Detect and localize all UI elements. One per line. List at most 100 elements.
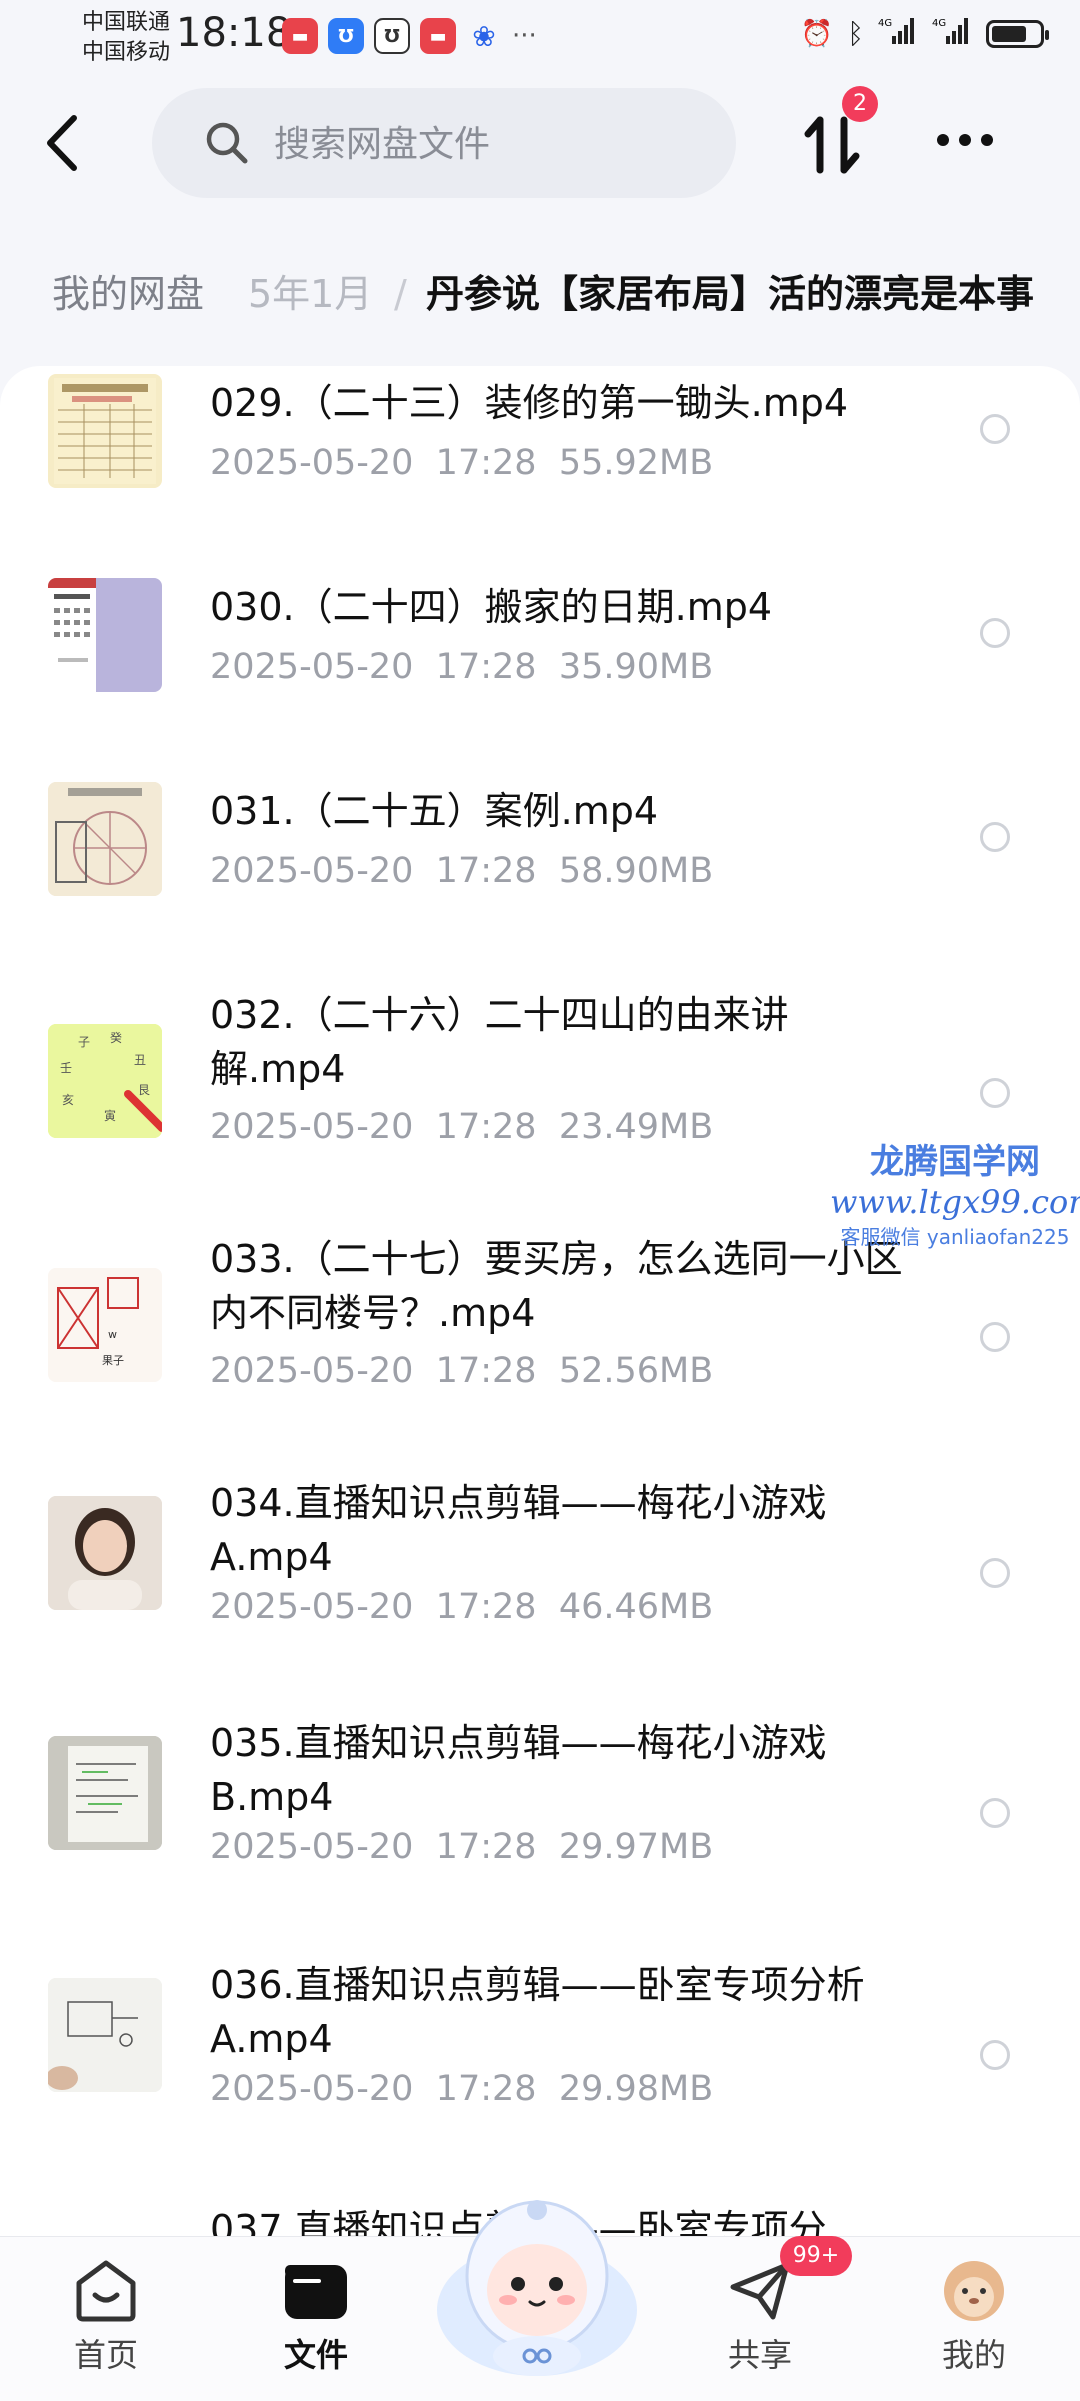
svg-text:4G: 4G	[932, 18, 946, 29]
select-radio[interactable]	[980, 2040, 1010, 2070]
file-size: 29.98MB	[558, 2069, 714, 2109]
nav-files-label: 文件	[283, 2336, 348, 2374]
system-icons: ⏰ ᛒ 4G 4G	[800, 16, 1049, 51]
file-row[interactable]: 034.直播知识点剪辑——梅花小游戏A.mp4 2025-05-20 17:28…	[0, 1466, 1080, 1686]
file-meta: 2025-05-20 17:28 58.90MB	[210, 846, 713, 896]
carrier-2: 中国移动	[82, 40, 171, 65]
back-button[interactable]	[40, 108, 90, 178]
file-thumbnail: w 果子	[48, 1268, 162, 1382]
select-radio[interactable]	[980, 1322, 1010, 1352]
watermark-contact: 客服微信 yanliaofan225	[840, 1225, 1070, 1249]
file-row[interactable]: 031.（二十五）案例.mp4 2025-05-20 17:28 58.90MB	[0, 774, 1080, 944]
more-notifications: ···	[512, 21, 537, 51]
svg-text:丑: 丑	[134, 1053, 146, 1067]
watermark: 龙腾国学网 www.ltgx99.com 客服微信 yanliaofan225	[830, 1134, 1080, 1250]
file-list[interactable]: 029.（二十三）装修的第一锄头.mp4 2025-05-20 17:28 55…	[0, 366, 1080, 2236]
file-row[interactable]: 029.（二十三）装修的第一锄头.mp4 2025-05-20 17:28 55…	[0, 366, 1080, 536]
file-meta: 2025-05-20 17:28 29.97MB	[210, 1822, 713, 1872]
file-time: 17:28	[435, 647, 537, 687]
file-name: 032.（二十六）二十四山的由来讲解.mp4	[210, 993, 789, 1091]
signal-icon-1: 4G	[878, 16, 918, 51]
file-name: 035.直播知识点剪辑——梅花小游戏B.mp4	[210, 1721, 827, 1819]
file-time: 17:28	[435, 443, 537, 483]
file-time: 17:28	[435, 1351, 537, 1391]
table-thumb-icon	[54, 378, 156, 484]
select-radio[interactable]	[980, 1558, 1010, 1588]
svg-text:癸: 癸	[110, 1031, 122, 1045]
file-time: 17:28	[435, 851, 537, 891]
select-radio[interactable]	[980, 414, 1010, 444]
more-button[interactable]	[930, 120, 1000, 160]
file-row[interactable]: w 果子 033.（二十七）要买房，怎么选同一小区内不同楼号？.mp4 2025-…	[0, 1222, 1080, 1442]
u-app-icon: Ʊ	[374, 18, 410, 54]
file-meta: 2025-05-20 17:28 55.92MB	[210, 438, 713, 488]
file-thumbnail	[48, 374, 162, 488]
svg-text:果子: 果子	[102, 1354, 124, 1367]
svg-text:子: 子	[78, 1035, 90, 1049]
svg-text:艮: 艮	[138, 1083, 150, 1097]
file-thumbnail	[48, 1978, 162, 2092]
file-size: 29.97MB	[558, 1827, 714, 1867]
paper-thumb-icon	[48, 1978, 162, 2092]
huawei-app-icon-2: ▬	[420, 18, 456, 54]
watermark-title: 龙腾国学网	[870, 1142, 1040, 1182]
search-icon	[206, 122, 248, 164]
breadcrumb: 我的网盘 5年1月 / 丹参说【家居布局】活的漂亮是本事	[0, 250, 1080, 340]
file-row[interactable]: 030.（二十四）搬家的日期.mp4 2025-05-20 17:28 35.9…	[0, 570, 1080, 740]
assistant-mascot-button[interactable]	[432, 2180, 642, 2380]
watermark-url: www.ltgx99.com	[830, 1183, 1080, 1221]
svg-text:4G: 4G	[878, 18, 892, 29]
folder-icon	[281, 2257, 351, 2323]
nav-files[interactable]: 文件	[236, 2257, 396, 2377]
select-radio[interactable]	[980, 822, 1010, 852]
file-row[interactable]: 036.直播知识点剪辑——卧室专项分析A.mp4 2025-05-20 17:2…	[0, 1948, 1080, 2168]
share-badge: 99+	[780, 2236, 852, 2276]
svg-text:寅: 寅	[104, 1108, 116, 1123]
svg-text:w: w	[108, 1328, 117, 1341]
file-date: 2025-05-20	[210, 851, 414, 891]
file-name: 034.直播知识点剪辑——梅花小游戏A.mp4	[210, 1481, 827, 1579]
search-bar[interactable]	[152, 88, 736, 198]
nav-home[interactable]: 首页	[26, 2257, 186, 2377]
paw-app-icon: ❀	[472, 19, 496, 53]
transfer-badge: 2	[842, 86, 878, 122]
file-row[interactable]: 035.直播知识点剪辑——梅花小游戏B.mp4 2025-05-20 17:28…	[0, 1706, 1080, 1926]
breadcrumb-separator: /	[394, 272, 407, 316]
carrier-1: 中国联通	[82, 10, 171, 35]
nav-mine[interactable]: 我的	[894, 2257, 1054, 2377]
bluetooth-icon: ᛒ	[847, 17, 864, 50]
file-time: 17:28	[435, 1827, 537, 1867]
search-input[interactable]	[272, 110, 716, 178]
file-thumbnail	[48, 1736, 162, 1850]
svg-text:亥: 亥	[62, 1093, 74, 1107]
nav-share-label: 共享	[727, 2336, 792, 2374]
file-meta: 2025-05-20 17:28 23.49MB	[210, 1102, 713, 1152]
sketch-thumb-icon: w 果子	[48, 1268, 162, 1382]
breadcrumb-middle[interactable]: 5年1月	[248, 258, 372, 330]
clock: 18:18	[176, 10, 292, 56]
handnote-thumb-icon	[48, 1736, 162, 1850]
select-radio[interactable]	[980, 618, 1010, 648]
alarm-icon: ⏰	[800, 18, 834, 49]
file-meta: 2025-05-20 17:28 52.56MB	[210, 1346, 713, 1396]
compass-thumb-icon: 子 癸丑壬艮亥寅	[48, 1024, 162, 1138]
file-meta: 2025-05-20 17:28 29.98MB	[210, 2064, 713, 2114]
floorplan-thumb-icon	[48, 782, 162, 896]
file-size: 55.92MB	[558, 443, 714, 483]
file-name: 031.（二十五）案例.mp4	[210, 789, 659, 833]
breadcrumb-current: 丹参说【家居布局】活的漂亮是本事	[426, 272, 1035, 316]
nav-home-label: 首页	[73, 2336, 138, 2374]
carrier-info: 中国联通 中国移动	[82, 8, 170, 68]
select-radio[interactable]	[980, 1078, 1010, 1108]
shield-app-icon: Ʊ	[328, 18, 364, 54]
file-date: 2025-05-20	[210, 2069, 414, 2109]
breadcrumb-root[interactable]: 我的网盘	[28, 256, 229, 332]
file-thumbnail	[48, 782, 162, 896]
file-name: 030.（二十四）搬家的日期.mp4	[210, 585, 773, 629]
file-meta: 2025-05-20 17:28 35.90MB	[210, 642, 713, 692]
file-name: 033.（二十七）要买房，怎么选同一小区内不同楼号？.mp4	[210, 1237, 903, 1335]
select-radio[interactable]	[980, 1798, 1010, 1828]
file-name: 036.直播知识点剪辑——卧室专项分析A.mp4	[210, 1963, 865, 2061]
file-name: 029.（二十三）装修的第一锄头.mp4	[210, 381, 849, 425]
file-date: 2025-05-20	[210, 1587, 414, 1627]
